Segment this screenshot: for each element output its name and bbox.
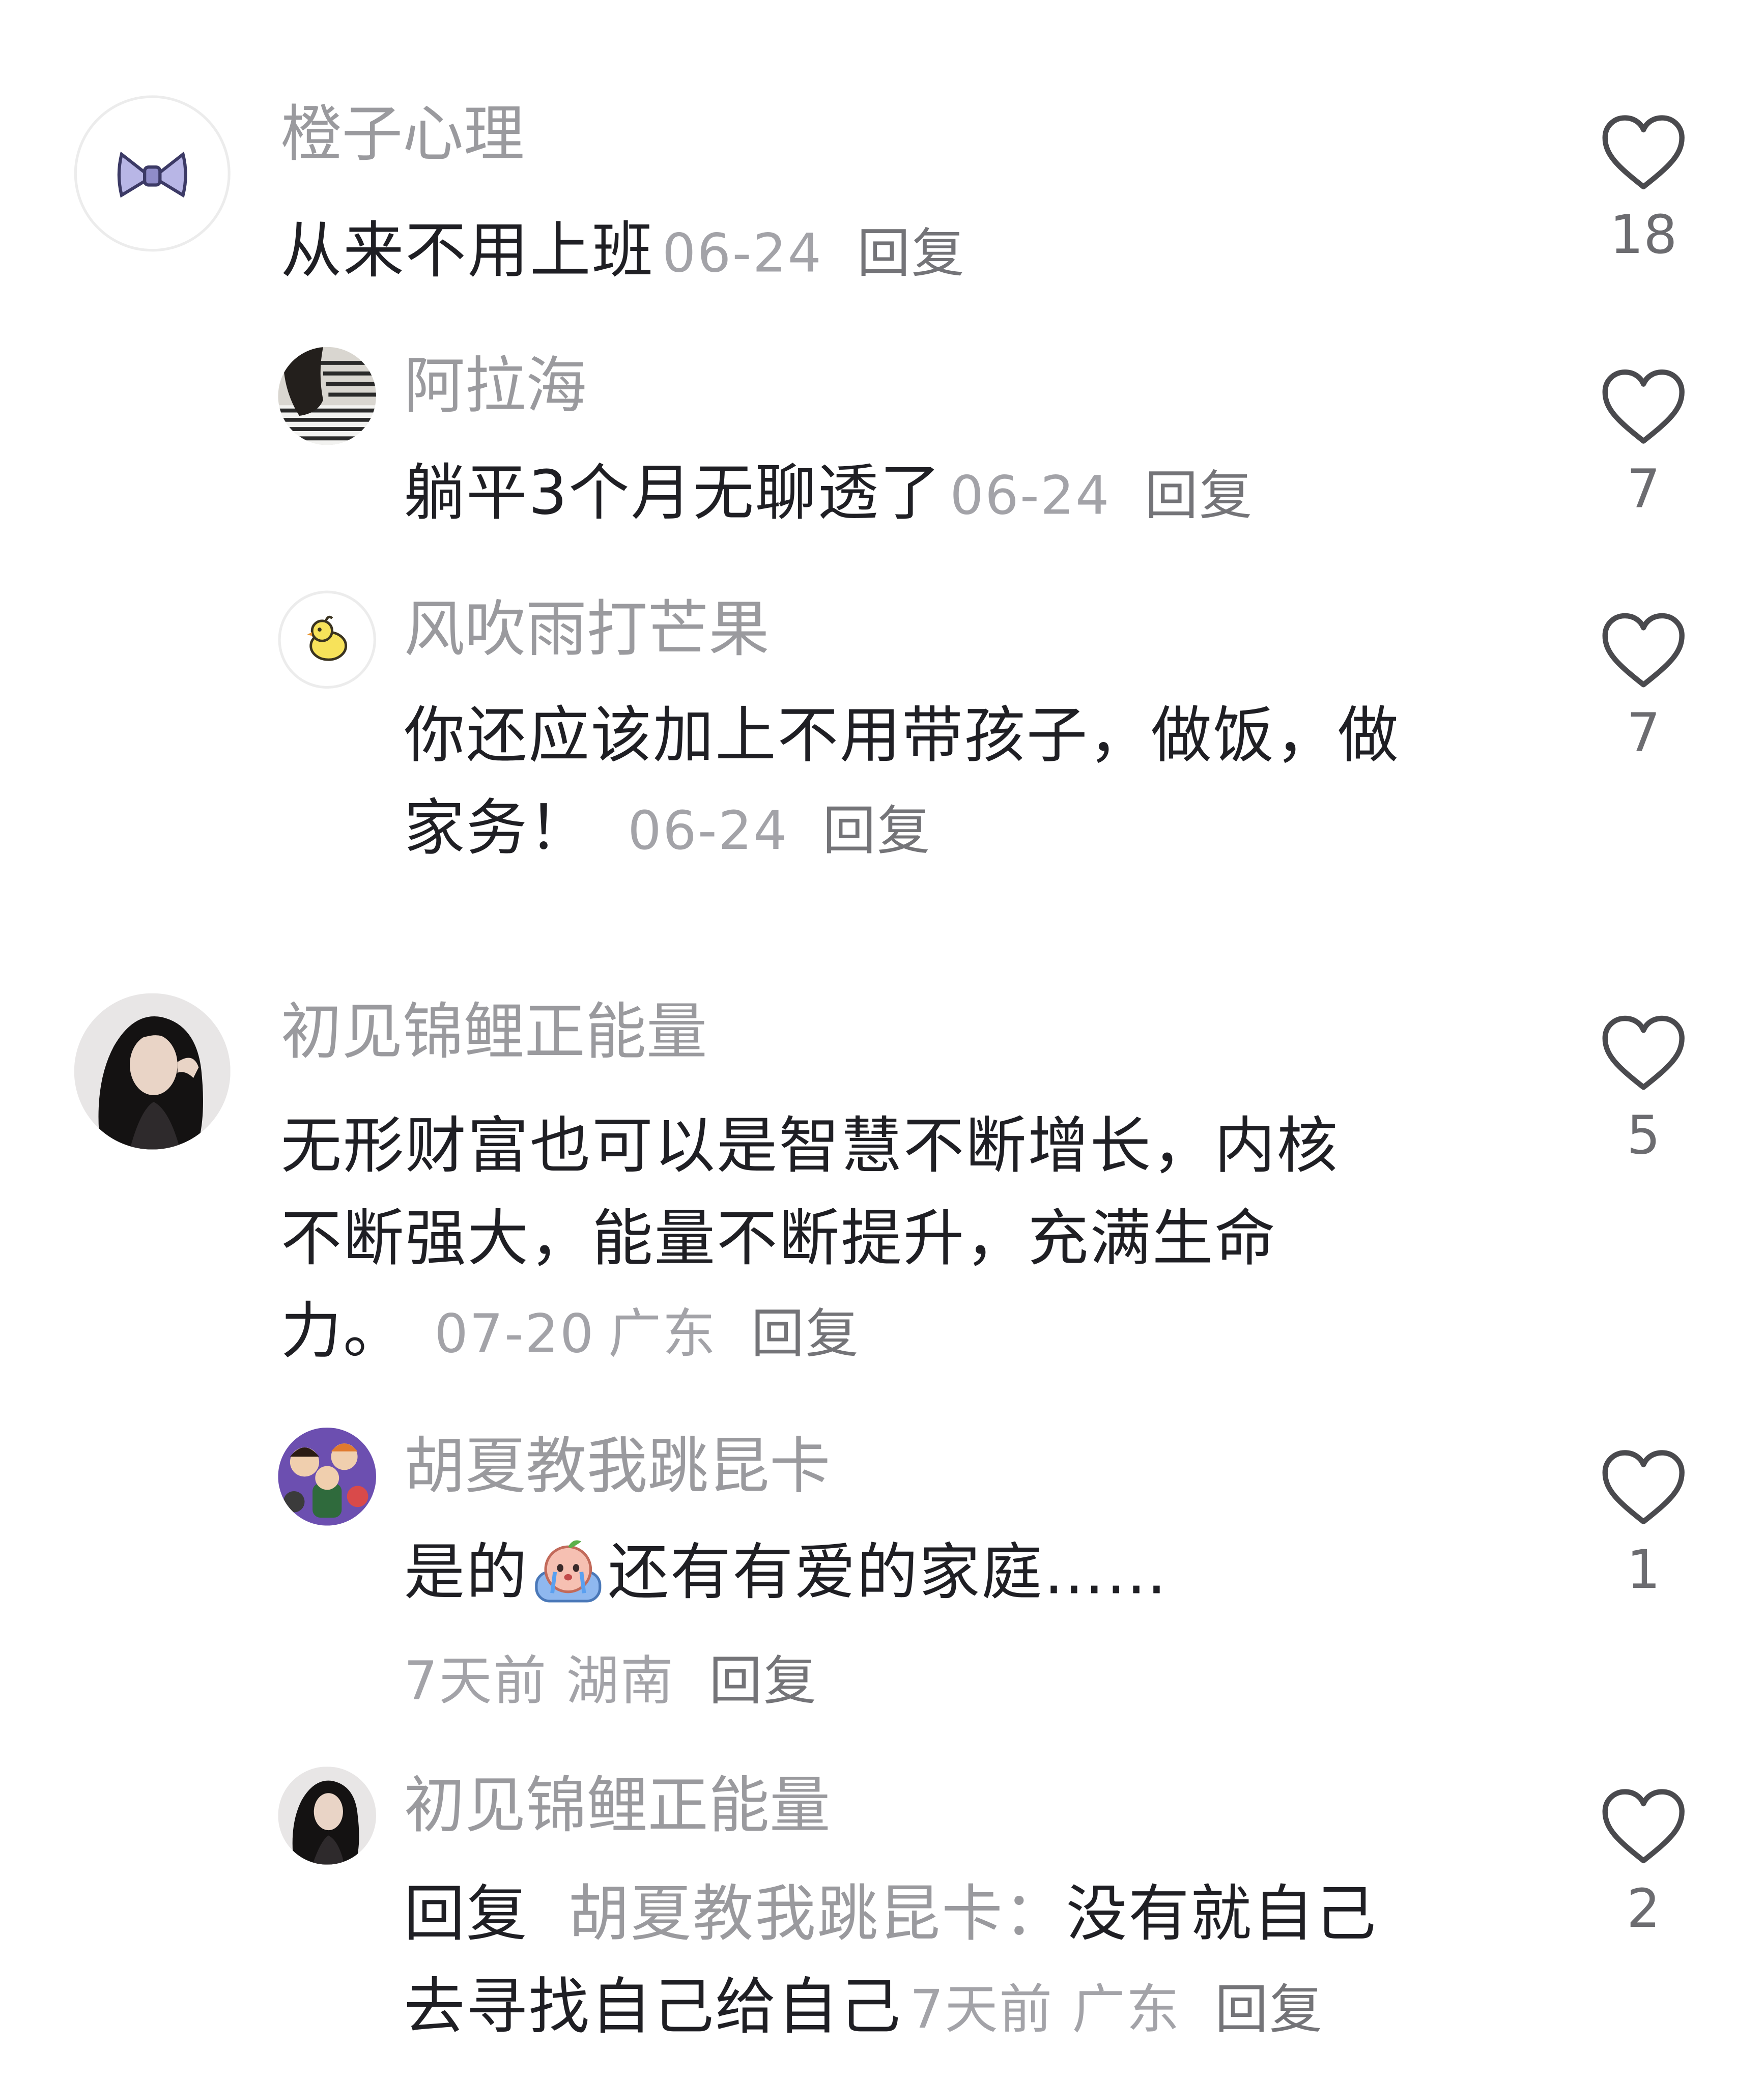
- comment-location: 广东: [608, 1304, 717, 1365]
- like-count: 2: [1627, 1879, 1661, 1941]
- reply-location: 湖南: [566, 1651, 675, 1713]
- reply-to-username[interactable]: 胡夏教我跳昆卡：: [568, 1878, 1066, 1950]
- reply-button[interactable]: 回复: [709, 1651, 817, 1713]
- reply-date: 7天前: [909, 1980, 1054, 2041]
- reply-text-line: 你还应该加上不用带孩子，做饭，做: [404, 699, 1400, 771]
- reply-username[interactable]: 胡夏教我跳昆卡: [404, 1436, 831, 1497]
- avatar[interactable]: [74, 993, 231, 1150]
- like-button[interactable]: 7: [1597, 368, 1690, 521]
- woman-portrait-avatar: [278, 1767, 376, 1865]
- person-striped-shirt-avatar: [278, 347, 376, 445]
- avatar[interactable]: [278, 1767, 376, 1865]
- like-button[interactable]: 5: [1597, 1014, 1690, 1167]
- crying-peach-emoji: [535, 1540, 602, 1603]
- reply-body: 回复 胡夏教我跳昆卡：没有就自己 去寻找自己给自己 7天前 广东 回复: [404, 1867, 1570, 2057]
- chick-icon: [307, 615, 348, 661]
- reply-date: 7天前: [404, 1651, 548, 1713]
- avatar[interactable]: [278, 347, 376, 445]
- heart-icon: [1602, 369, 1685, 444]
- like-button[interactable]: 2: [1597, 1788, 1690, 1936]
- comment-username[interactable]: 初见锦鲤正能量: [281, 1001, 707, 1062]
- reply-username[interactable]: 风吹雨打芒果: [404, 599, 770, 660]
- comment-body: 从来不用上班 06-24 回复: [281, 204, 1526, 301]
- like-count: 7: [1627, 703, 1661, 764]
- reply-text-line: 去寻找自己给自己: [404, 1970, 902, 2042]
- comment-body: 无形财富也可以是智慧不断增长，内核 不断强大，能量不断提升，充满生命 力。 07-…: [281, 1099, 1526, 1381]
- comment-text: 从来不用上班: [280, 214, 655, 287]
- reply-prefix: 回复: [404, 1877, 529, 1950]
- reply-text: 还有有爱的家庭……: [608, 1536, 1169, 1608]
- heart-icon: [1602, 1450, 1685, 1525]
- heart-icon: [1602, 1015, 1685, 1090]
- heart-icon: [1602, 613, 1685, 688]
- cartoon-group-avatar: [278, 1428, 376, 1526]
- reply-text: 躺平3个月无聊透了: [404, 457, 942, 529]
- comment-text-line: 不断强大，能量不断提升，充满生命: [280, 1202, 1277, 1274]
- comment-text-line: 无形财富也可以是智慧不断增长，内核: [280, 1109, 1339, 1182]
- like-count: 1: [1627, 1540, 1661, 1601]
- reply-text-line: 家务！: [404, 792, 591, 864]
- reply-button[interactable]: 回复: [1145, 466, 1254, 527]
- reply-location: 广东: [1072, 1980, 1181, 2041]
- reply-body: 你还应该加上不用带孩子，做饭，做 家务！ 06-24 回复: [404, 689, 1543, 878]
- heart-icon: [1602, 115, 1685, 190]
- woman-portrait-avatar: [74, 993, 231, 1150]
- reply-text: 是的: [404, 1536, 529, 1608]
- reply-username[interactable]: 阿拉海: [404, 355, 587, 416]
- comment-thread: 橙子心理 从来不用上班 06-24 回复 18 阿拉海 躺平3个月无聊透了 06-24…: [0, 0, 1764, 2079]
- reply-date: 06-24: [628, 801, 788, 862]
- avatar[interactable]: [278, 1428, 376, 1526]
- comment-text-line: 力。: [280, 1295, 406, 1367]
- comment-date: 06-24: [662, 223, 823, 285]
- reply-date: 06-24: [950, 466, 1111, 527]
- comment-date: 07-20: [434, 1304, 595, 1365]
- reply-button[interactable]: 回复: [823, 801, 931, 862]
- like-count: 7: [1627, 459, 1661, 521]
- reply-button[interactable]: 回复: [751, 1304, 860, 1365]
- reply-text-line: 没有就自己: [1066, 1877, 1378, 1950]
- reply-username[interactable]: 初见锦鲤正能量: [404, 1775, 831, 1836]
- reply-body: 躺平3个月无聊透了 06-24 回复: [404, 446, 1517, 543]
- comment-username[interactable]: 橙子心理: [281, 103, 525, 164]
- like-button[interactable]: 18: [1597, 114, 1690, 262]
- like-button[interactable]: 1: [1597, 1449, 1690, 1597]
- like-button[interactable]: 7: [1597, 612, 1690, 760]
- like-count: 18: [1609, 205, 1677, 267]
- reply-body: 是的 还有有爱的家庭…… 7天前 湖南 回复: [404, 1526, 1543, 1728]
- reply-button[interactable]: 回复: [1215, 1980, 1323, 2041]
- like-count: 5: [1627, 1105, 1661, 1167]
- reply-button[interactable]: 回复: [857, 224, 965, 285]
- avatar[interactable]: [278, 590, 376, 689]
- heart-icon: [1602, 1789, 1685, 1864]
- avatar[interactable]: [74, 95, 231, 252]
- bow-icon: [117, 151, 187, 198]
